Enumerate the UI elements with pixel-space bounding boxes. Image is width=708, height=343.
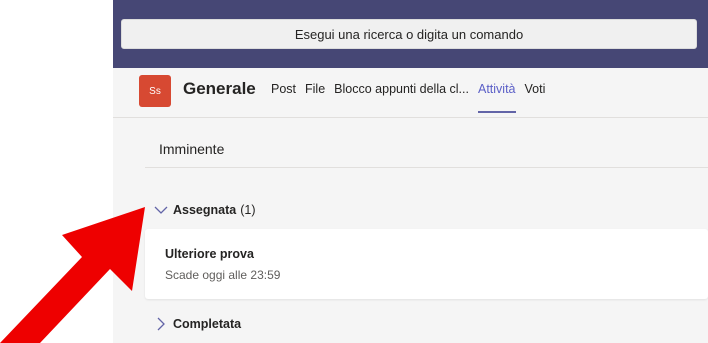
assignment-due-date: Scade oggi alle 23:59: [165, 268, 281, 282]
group-count-assigned: (1): [240, 203, 256, 217]
title-bar: Esegui una ricerca o digita un comando: [113, 0, 708, 68]
team-avatar-initials: Ss: [149, 85, 161, 97]
search-input[interactable]: Esegui una ricerca o digita un comando: [121, 19, 697, 49]
assignment-title: Ulteriore prova: [165, 247, 254, 261]
team-avatar[interactable]: Ss: [139, 75, 171, 107]
search-placeholder: Esegui una ricerca o digita un comando: [294, 26, 524, 42]
tab-grades[interactable]: Voti: [525, 82, 546, 96]
channel-header: Ss Generale Post File Blocco appunti del…: [113, 68, 708, 118]
tab-activity[interactable]: Attività: [477, 82, 516, 113]
assignment-card[interactable]: Ulteriore prova Scade oggi alle 23:59: [145, 229, 708, 299]
tab-class-notebook[interactable]: Blocco appunti della cl...: [334, 82, 469, 96]
channel-tabs: Post File Blocco appunti della cl... Att…: [271, 82, 554, 113]
channel-name: Generale: [183, 79, 256, 98]
section-title: Imminente: [159, 141, 225, 157]
group-title-completed: Completata: [173, 317, 242, 331]
group-header-completed[interactable]: Completata: [153, 317, 241, 331]
section-divider: [145, 167, 708, 168]
tab-file[interactable]: File: [305, 82, 325, 96]
group-header-assigned[interactable]: Assegnata (1): [153, 203, 256, 217]
group-title-assigned: Assegnata: [173, 203, 237, 217]
teams-window: Esegui una ricerca o digita un comando S…: [113, 0, 708, 343]
chevron-down-icon: [154, 206, 168, 214]
tab-post[interactable]: Post: [271, 82, 296, 96]
chevron-right-icon: [157, 317, 165, 331]
